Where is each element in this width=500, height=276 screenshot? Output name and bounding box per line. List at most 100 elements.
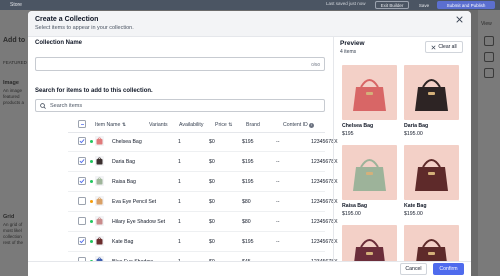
item-brand: -- (276, 219, 280, 225)
modal-subtitle: Select items to appear in your collectio… (35, 25, 134, 31)
page-heading: Add to (3, 37, 26, 44)
collection-name-label: Collection Name (35, 40, 83, 46)
grid-desc-4: rest of the (3, 240, 24, 245)
preview-product-image (342, 145, 397, 200)
product-thumbnail (95, 196, 104, 206)
item-variants: 1 (178, 199, 181, 205)
layout-icon[interactable] (484, 36, 494, 46)
modal-title: Create a Collection (35, 16, 99, 23)
preview-product-image (404, 65, 459, 120)
item-price: $195 (242, 159, 254, 165)
item-brand: -- (276, 159, 280, 165)
row-checkbox[interactable] (78, 157, 86, 165)
clear-all-label: Clear all (438, 44, 457, 50)
view-label: View (481, 21, 492, 27)
table-row[interactable]: Eva Eye Pencil Set 1 $0 $80 -- 12345678X (68, 193, 338, 212)
col-price[interactable]: Price ⇅ (215, 122, 233, 128)
clear-all-button[interactable]: Clear all (425, 41, 463, 53)
image-desc-3: products a (3, 100, 25, 105)
cancel-button[interactable]: Cancel (400, 263, 427, 275)
search-label: Search for items to add to this collecti… (35, 88, 153, 94)
item-variants: 1 (178, 159, 181, 165)
search-input[interactable] (50, 102, 310, 109)
table-row[interactable]: Kate Bag 1 $0 $195 -- 12345678X (68, 233, 338, 252)
sort-icon[interactable]: ⇅ (228, 122, 232, 128)
check-icon (79, 159, 85, 164)
right-panel (478, 10, 500, 276)
select-all-checkbox[interactable] (78, 120, 86, 128)
info-icon[interactable]: i (309, 123, 315, 128)
grid-view-icon[interactable] (484, 52, 494, 62)
item-price: $80 (242, 219, 251, 225)
col-item-name-label: Item Name (95, 122, 121, 128)
check-icon (79, 139, 85, 144)
save-button[interactable]: Save (415, 1, 433, 9)
image-desc-1: An image (3, 88, 23, 93)
preview-product-price: $195.00 (342, 211, 361, 217)
exit-builder-button[interactable]: Exit Builder (375, 1, 409, 9)
collection-name-input[interactable]: 0/50 (35, 57, 325, 71)
list-view-icon[interactable] (484, 68, 494, 78)
col-brand: Brand (246, 122, 260, 128)
item-availability: $0 (209, 159, 215, 165)
table-row[interactable]: Chelsea Bag 1 $0 $195 -- 12345678X (68, 133, 338, 152)
close-icon[interactable] (455, 15, 464, 24)
row-checkbox[interactable] (78, 137, 86, 145)
item-price: $195 (242, 239, 254, 245)
product-thumbnail (95, 216, 104, 226)
sort-icon[interactable]: ⇅ (122, 122, 126, 128)
last-saved-text: Last saved just now (326, 1, 366, 6)
confirm-button[interactable]: Confirm (433, 263, 464, 275)
item-name: Eva Eye Pencil Set (112, 199, 157, 205)
item-variants: 1 (178, 179, 181, 185)
item-price: $80 (242, 199, 251, 205)
search-box[interactable] (35, 99, 325, 112)
col-price-label: Price (215, 122, 227, 128)
col-availability: Availability (179, 122, 204, 128)
preview-title: Preview (340, 40, 365, 47)
col-content-id: Content ID i (283, 122, 315, 128)
store-label: Store (10, 2, 22, 8)
preview-product-image (342, 65, 397, 120)
item-name: Daria Bag (112, 159, 136, 165)
create-collection-modal: Create a Collection Select items to appe… (28, 11, 471, 276)
item-brand: -- (276, 139, 280, 145)
modal-header: Create a Collection Select items to appe… (28, 11, 471, 37)
preview-count: 4 items (340, 49, 357, 55)
item-brand: -- (276, 199, 280, 205)
table-row[interactable]: Raisa Bag 1 $0 $195 -- 12345678X (68, 173, 338, 192)
check-icon (79, 239, 85, 244)
row-checkbox[interactable] (78, 177, 86, 185)
grid-desc-1: An grid of (3, 222, 23, 227)
grid-title: Grid (3, 214, 15, 220)
item-brand: -- (276, 239, 280, 245)
item-availability: $0 (209, 179, 215, 185)
preview-product-price: $195 (342, 131, 354, 137)
product-thumbnail (95, 136, 104, 146)
item-price: $195 (242, 139, 254, 145)
preview-product-price: $195.00 (404, 131, 423, 137)
col-variants: Variants (149, 122, 168, 128)
status-dot (90, 180, 93, 183)
table-row[interactable]: Hilary Eye Shadow Set 1 $0 $80 -- 12345678X (68, 213, 338, 232)
status-dot (90, 220, 93, 223)
preview-product-name: Daria Bag (404, 123, 429, 129)
item-name: Kate Bag (112, 239, 134, 245)
modal-footer: Cancel Confirm (28, 261, 471, 276)
table-row[interactable]: Daria Bag 1 $0 $195 -- 12345678X (68, 153, 338, 172)
row-checkbox[interactable] (78, 237, 86, 245)
check-icon (79, 179, 85, 184)
submit-publish-button[interactable]: Submit and Publish (437, 1, 495, 9)
row-checkbox[interactable] (78, 217, 86, 225)
col-content-id-label: Content ID (283, 122, 308, 128)
item-name: Hilary Eye Shadow Set (112, 219, 166, 225)
item-variants: 1 (178, 239, 181, 245)
grid-desc-2: most likel (3, 228, 22, 233)
row-checkbox[interactable] (78, 197, 86, 205)
preview-product-image (404, 145, 459, 200)
item-availability: $0 (209, 199, 215, 205)
app-topbar: Store Last saved just now Exit Builder S… (0, 0, 500, 10)
item-variants: 1 (178, 139, 181, 145)
status-dot (90, 200, 93, 203)
col-item-name[interactable]: Item Name ⇅ (95, 122, 126, 128)
